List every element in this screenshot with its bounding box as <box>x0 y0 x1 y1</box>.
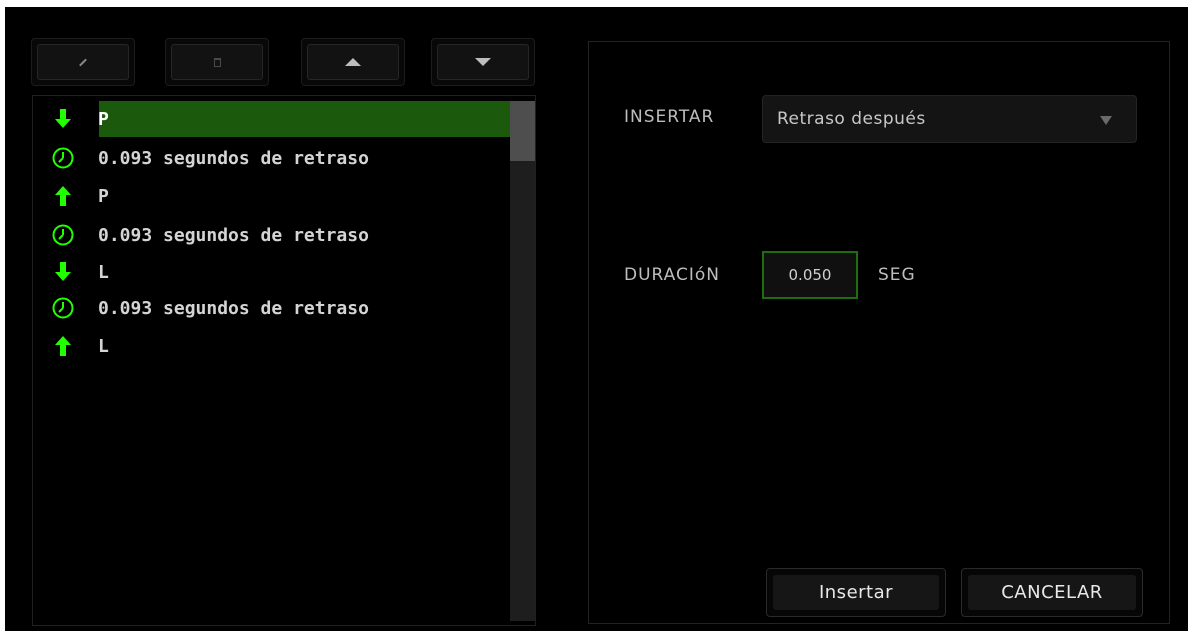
key-down-arrow-icon <box>50 106 76 132</box>
cancel-button[interactable]: CANCELAR <box>961 568 1143 617</box>
clock-icon <box>50 145 76 171</box>
chevron-down-icon <box>1100 116 1112 125</box>
list-item-label: 0.093 segundos de retraso <box>98 147 369 169</box>
triangle-up-icon <box>345 58 361 66</box>
duration-unit: SEG <box>878 265 916 285</box>
cancel-button-label: CANCELAR <box>968 575 1136 610</box>
list-item[interactable]: 0.093 segundos de retraso <box>50 290 510 326</box>
list-item[interactable]: P <box>50 101 510 137</box>
pencil-icon <box>79 58 87 66</box>
list-item-label: P <box>98 108 109 130</box>
list-item[interactable]: 0.093 segundos de retraso <box>50 140 510 176</box>
key-up-arrow-icon <box>50 183 76 209</box>
delete-button[interactable] <box>165 38 269 86</box>
list-item-label: 0.093 segundos de retraso <box>98 224 369 246</box>
edit-button[interactable] <box>31 38 135 86</box>
clock-icon <box>50 222 76 248</box>
move-up-button[interactable] <box>301 38 405 86</box>
key-down-arrow-icon <box>50 259 76 285</box>
duration-label: DURACIóN <box>624 265 720 285</box>
trash-icon <box>213 57 221 67</box>
list-item[interactable]: 0.093 segundos de retraso <box>50 217 510 253</box>
list-item[interactable]: L <box>50 328 510 364</box>
insert-button[interactable]: Insertar <box>766 568 946 617</box>
insert-label: INSERTAR <box>624 107 715 127</box>
clock-icon <box>50 295 76 321</box>
selection-highlight <box>99 101 510 137</box>
insert-type-value: Retraso después <box>777 109 926 129</box>
list-scrollbar-track[interactable] <box>510 101 535 621</box>
list-item-label: L <box>98 261 109 283</box>
list-item-label: 0.093 segundos de retraso <box>98 297 369 319</box>
insert-button-label: Insertar <box>773 575 939 610</box>
list-item[interactable]: L <box>50 254 510 290</box>
triangle-down-icon <box>475 58 491 66</box>
move-down-button[interactable] <box>431 38 535 86</box>
duration-input[interactable]: 0.050 <box>762 251 858 299</box>
insert-type-select[interactable]: Retraso después <box>762 95 1137 143</box>
list-item[interactable]: P <box>50 178 510 214</box>
list-scrollbar-thumb[interactable] <box>510 101 535 161</box>
key-up-arrow-icon <box>50 333 76 359</box>
list-item-label: P <box>98 185 109 207</box>
list-item-label: L <box>98 335 109 357</box>
